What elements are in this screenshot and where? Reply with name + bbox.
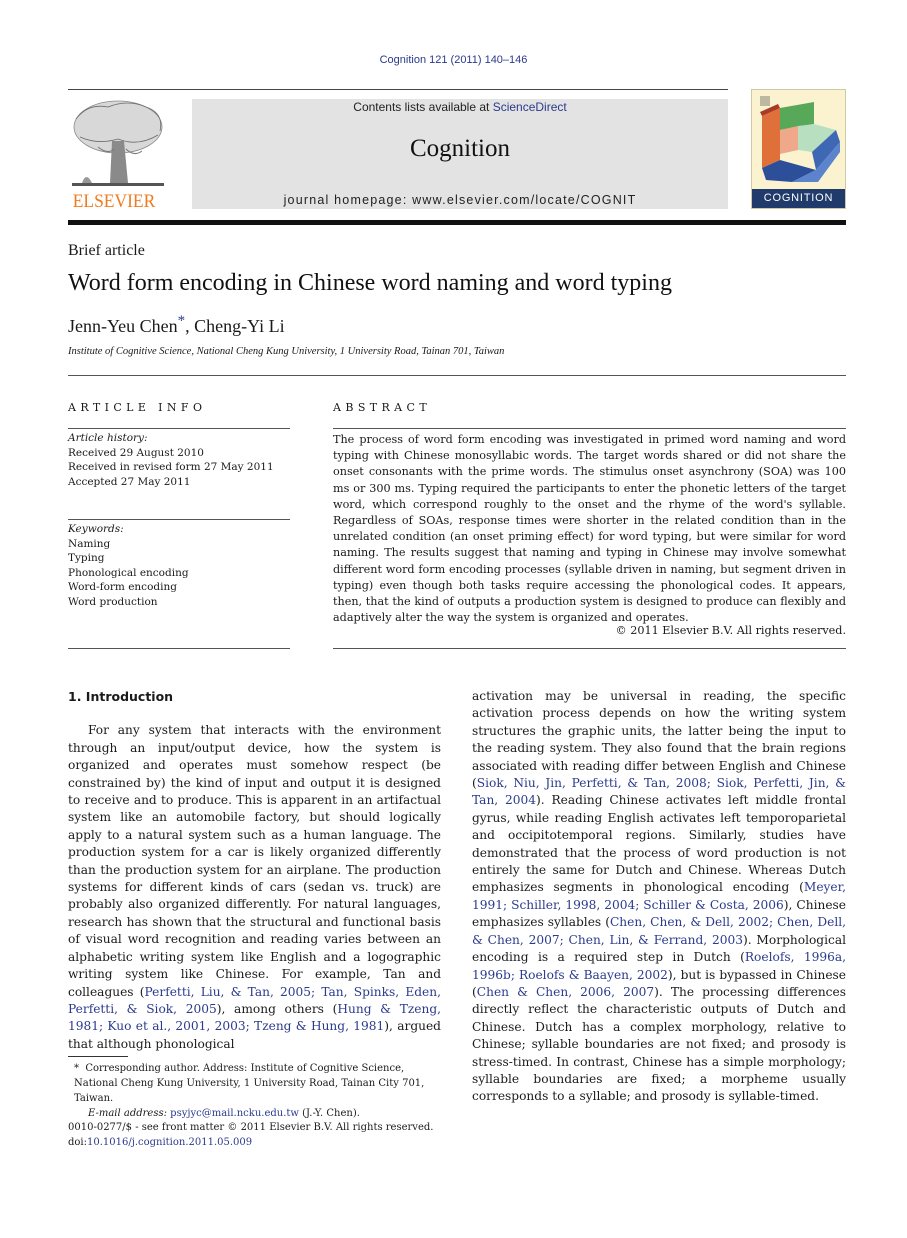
cover-cube-art-icon [760, 96, 840, 182]
abstract-divider [333, 648, 846, 649]
corresponding-author-footnote: * Corresponding author. Address: Institu… [68, 1061, 442, 1121]
keyword: Word-form encoding [68, 581, 177, 593]
abstract-heading: ABSTRACT [333, 401, 432, 414]
article-info-divider [68, 428, 290, 429]
article-history: Article history: Received 29 August 2010… [68, 431, 290, 489]
author-separator: , [185, 316, 195, 336]
article-info-divider [68, 519, 290, 520]
section-heading: 1. Introduction [68, 689, 174, 704]
doi-prefix: doi: [68, 1137, 87, 1148]
article-history-label: Article history: [68, 432, 148, 444]
author-email-link[interactable]: psyjyc@mail.ncku.edu.tw [170, 1108, 299, 1119]
body-column-right: activation may be universal in reading, … [472, 688, 846, 1106]
email-suffix: (J.-Y. Chen). [298, 1108, 360, 1119]
publisher-wordmark: ELSEVIER [72, 191, 156, 212]
journal-homepage-link[interactable]: journal homepage: www.elsevier.com/locat… [192, 193, 728, 207]
title-block-divider [68, 375, 846, 376]
issn-line: 0010-0277/$ - see front matter © 2011 El… [68, 1122, 434, 1133]
footnote-rule [68, 1056, 128, 1057]
body-paragraph: activation may be universal in reading, … [472, 688, 846, 1106]
contents-availability-line: Contents lists available at ScienceDirec… [192, 100, 728, 114]
body-text: ). The processing differences directly r… [472, 984, 846, 1104]
journal-reference-link[interactable]: Cognition 121 (2011) 140–146 [0, 54, 907, 66]
author-name[interactable]: Cheng-Yi Li [194, 316, 285, 336]
article-type: Brief article [68, 242, 145, 259]
body-text: activation may be universal in reading, … [472, 689, 846, 791]
author-affiliation: Institute of Cognitive Science, National… [68, 346, 505, 357]
author-list: Jenn-Yeu Chen*, Cheng-Yi Li [68, 313, 285, 337]
sciencedirect-link[interactable]: ScienceDirect [493, 100, 567, 114]
keywords-label: Keywords: [68, 523, 124, 535]
keyword: Phonological encoding [68, 566, 189, 579]
history-entry: Received 29 August 2010 [68, 446, 204, 459]
keyword: Word production [68, 595, 158, 608]
cover-title: COGNITION [752, 189, 845, 208]
history-entry: Received in revised form 27 May 2011 [68, 461, 274, 473]
abstract-text: The process of word form encoding was in… [333, 433, 846, 625]
doi-link[interactable]: 10.1016/j.cognition.2011.05.009 [87, 1137, 252, 1148]
body-text: ), among others ( [216, 1001, 338, 1016]
body-column-left: 1. Introduction For any system that inte… [68, 688, 441, 1053]
body-paragraph: For any system that interacts with the e… [68, 722, 441, 1053]
article-info-heading: ARTICLE INFO [68, 401, 207, 414]
journal-name: Cognition [409, 135, 510, 162]
email-label: E-mail address: [88, 1108, 167, 1119]
header-thick-rule [68, 220, 846, 225]
abstract-divider [333, 428, 846, 429]
keywords-list: Keywords: Naming Typing Phonological enc… [68, 522, 290, 609]
front-matter-info: 0010-0277/$ - see front matter © 2011 El… [68, 1120, 442, 1150]
header-top-rule [68, 89, 728, 90]
abstract-copyright: © 2011 Elsevier B.V. All rights reserved… [615, 624, 846, 637]
journal-cover-thumbnail[interactable]: COGNITION [751, 89, 846, 209]
citation-link[interactable]: Chen & Chen, 2006, 2007 [477, 985, 654, 999]
body-text: ). Reading Chinese activates left middle… [472, 793, 846, 895]
keyword: Naming [68, 537, 111, 550]
keyword: Typing [68, 552, 105, 564]
footnote-marker: * [74, 1063, 79, 1074]
history-entry: Accepted 27 May 2011 [68, 475, 191, 488]
contents-prefix: Contents lists available at [353, 100, 493, 114]
article-title: Word form encoding in Chinese word namin… [68, 270, 672, 296]
body-text: For any system that interacts with the e… [68, 723, 441, 999]
article-info-divider [68, 648, 290, 649]
footnote-text: Corresponding author. Address: Institute… [74, 1063, 425, 1104]
author-name[interactable]: Jenn-Yeu Chen [68, 316, 178, 336]
